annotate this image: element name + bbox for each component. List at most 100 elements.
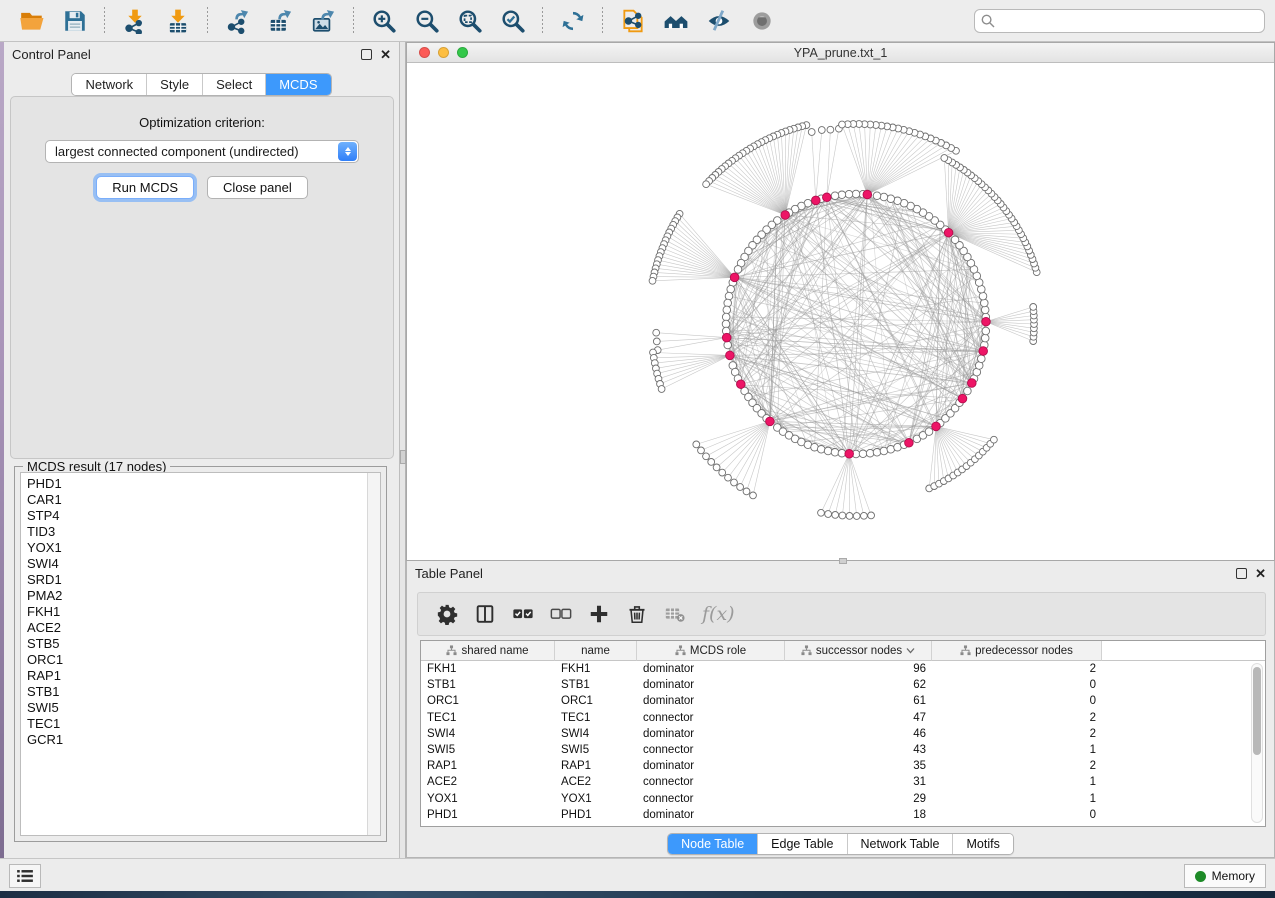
mcds-result-item[interactable]: PHD1: [27, 476, 380, 492]
graph-leaf-node[interactable]: [827, 126, 834, 133]
graph-mcds-node[interactable]: [823, 193, 832, 202]
mcds-result-item[interactable]: RAP1: [27, 668, 380, 684]
graph-node[interactable]: [981, 299, 989, 307]
graph-leaf-node[interactable]: [658, 386, 665, 393]
graph-leaf-node[interactable]: [750, 492, 757, 499]
mcds-list-scrollbar[interactable]: [367, 473, 380, 835]
graph-mcds-node[interactable]: [905, 439, 914, 448]
close-panel-icon[interactable]: ✕: [380, 49, 391, 60]
graph-leaf-node[interactable]: [868, 512, 875, 519]
table-row-RAP1[interactable]: RAP1RAP1dominator352: [421, 758, 1265, 774]
cell-name[interactable]: PHD1: [555, 809, 637, 821]
table-row-ORC1[interactable]: ORC1ORC1dominator610: [421, 693, 1265, 709]
tab-style[interactable]: Style: [147, 74, 203, 95]
cell-predecessor-nodes[interactable]: 1: [932, 744, 1102, 756]
graph-leaf-node[interactable]: [1030, 304, 1037, 311]
mcds-result-item[interactable]: ACE2: [27, 620, 380, 636]
tab-node-table[interactable]: Node Table: [668, 834, 758, 854]
float-panel-icon[interactable]: [361, 49, 372, 60]
graph-node[interactable]: [824, 447, 832, 455]
graph-node[interactable]: [724, 341, 732, 349]
cell-name[interactable]: TEC1: [555, 712, 637, 724]
mcds-result-item[interactable]: GCR1: [27, 732, 380, 748]
graph-node[interactable]: [838, 191, 846, 199]
cell-MCDS-role[interactable]: connector: [637, 712, 785, 724]
mcds-result-item[interactable]: TID3: [27, 524, 380, 540]
graph-node[interactable]: [725, 292, 733, 300]
graph-leaf-node[interactable]: [846, 513, 853, 520]
table-row-SWI4[interactable]: SWI4SWI4dominator462: [421, 726, 1265, 742]
save-session-icon[interactable]: [60, 6, 90, 36]
cell-successor-nodes[interactable]: 29: [785, 793, 932, 805]
table-row-ACE2[interactable]: ACE2ACE2connector311: [421, 774, 1265, 790]
cell-name[interactable]: RAP1: [555, 760, 637, 772]
graph-node[interactable]: [880, 447, 888, 455]
graph-node[interactable]: [852, 190, 860, 198]
graph-leaf-node[interactable]: [853, 513, 860, 520]
graph-node[interactable]: [722, 313, 730, 321]
tab-mcds[interactable]: MCDS: [266, 74, 330, 95]
cell-shared-name[interactable]: FKH1: [421, 663, 555, 675]
column-header-predecessor-nodes[interactable]: predecessor nodes: [932, 641, 1102, 661]
cell-successor-nodes[interactable]: 31: [785, 776, 932, 788]
graph-node[interactable]: [880, 193, 888, 201]
graph-node[interactable]: [964, 387, 972, 395]
zoom-fit-icon[interactable]: [455, 6, 485, 36]
cell-shared-name[interactable]: RAP1: [421, 760, 555, 772]
graph-node[interactable]: [873, 192, 881, 200]
mcds-result-item[interactable]: ORC1: [27, 652, 380, 668]
graph-leaf-node[interactable]: [808, 129, 815, 136]
graph-leaf-node[interactable]: [818, 127, 825, 134]
new-network-from-selection-icon[interactable]: [618, 6, 648, 36]
refresh-icon[interactable]: [558, 6, 588, 36]
export-image-icon[interactable]: [309, 6, 339, 36]
graph-node[interactable]: [982, 327, 990, 335]
graph-mcds-node[interactable]: [766, 417, 775, 426]
column-header-successor-nodes[interactable]: successor nodes: [785, 641, 932, 661]
import-table-icon[interactable]: [163, 6, 193, 36]
cell-MCDS-role[interactable]: connector: [637, 776, 785, 788]
cell-name[interactable]: ACE2: [555, 776, 637, 788]
open-file-icon[interactable]: [17, 6, 47, 36]
column-header-MCDS-role[interactable]: MCDS role: [637, 641, 785, 661]
add-column-icon[interactable]: [584, 599, 614, 629]
cell-successor-nodes[interactable]: 62: [785, 679, 932, 691]
table-row-STB1[interactable]: STB1STB1dominator620: [421, 677, 1265, 693]
cell-predecessor-nodes[interactable]: 0: [932, 809, 1102, 821]
select-all-rows-icon[interactable]: [508, 599, 538, 629]
cell-successor-nodes[interactable]: 43: [785, 744, 932, 756]
cell-MCDS-role[interactable]: dominator: [637, 679, 785, 691]
cell-shared-name[interactable]: ACE2: [421, 776, 555, 788]
tab-edge-table[interactable]: Edge Table: [758, 834, 847, 854]
cell-MCDS-role[interactable]: dominator: [637, 760, 785, 772]
table-scrollbar-thumb[interactable]: [1253, 667, 1261, 755]
cell-shared-name[interactable]: YOX1: [421, 793, 555, 805]
cell-name[interactable]: STB1: [555, 679, 637, 691]
graph-mcds-node[interactable]: [730, 273, 739, 282]
graph-leaf-node[interactable]: [743, 488, 750, 495]
graph-leaf-node[interactable]: [861, 512, 868, 519]
cell-MCDS-role[interactable]: dominator: [637, 695, 785, 707]
cell-name[interactable]: FKH1: [555, 663, 637, 675]
graph-mcds-node[interactable]: [932, 422, 941, 431]
graph-leaf-node[interactable]: [725, 474, 732, 481]
graph-mcds-node[interactable]: [979, 347, 988, 356]
table-settings-gear-icon[interactable]: [432, 599, 462, 629]
cell-MCDS-role[interactable]: connector: [637, 744, 785, 756]
zoom-selected-icon[interactable]: [498, 6, 528, 36]
graph-leaf-node[interactable]: [839, 121, 846, 128]
close-panel-button[interactable]: Close panel: [207, 176, 308, 199]
mcds-result-item[interactable]: FKH1: [27, 604, 380, 620]
close-table-panel-icon[interactable]: ✕: [1255, 568, 1266, 579]
cell-successor-nodes[interactable]: 61: [785, 695, 932, 707]
cell-shared-name[interactable]: STB1: [421, 679, 555, 691]
memory-button[interactable]: Memory: [1184, 864, 1266, 888]
zoom-in-icon[interactable]: [369, 6, 399, 36]
graph-mcds-node[interactable]: [722, 333, 731, 342]
graph-leaf-node[interactable]: [832, 512, 839, 519]
cell-predecessor-nodes[interactable]: 1: [932, 793, 1102, 805]
graph-leaf-node[interactable]: [719, 469, 726, 476]
cell-predecessor-nodes[interactable]: 2: [932, 760, 1102, 772]
mcds-result-item[interactable]: TEC1: [27, 716, 380, 732]
graph-node[interactable]: [724, 299, 732, 307]
